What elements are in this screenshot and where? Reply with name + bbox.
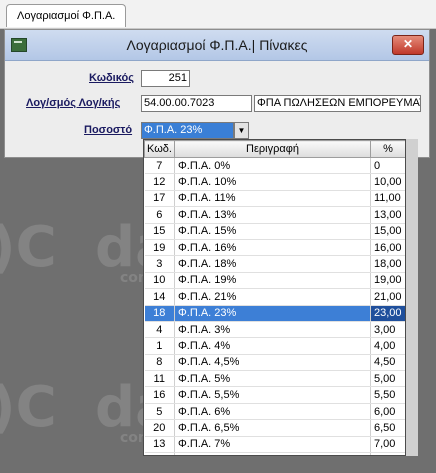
dropdown-row[interactable]: 20 Φ.Π.Α. 6,5% 6,50 xyxy=(144,419,405,437)
row-description: Φ.Π.Α. 15% xyxy=(174,223,371,240)
dropdown-row[interactable]: 17 Φ.Π.Α. 11% 11,00 xyxy=(144,190,405,208)
dropdown-scrollbar[interactable] xyxy=(406,139,418,456)
code-field[interactable]: 251 xyxy=(141,70,190,87)
row-percent: 8,00 xyxy=(370,452,405,455)
dropdown-row[interactable]: 1 Φ.Π.Α. 4% 4,00 xyxy=(144,337,405,355)
row-percent: 19,00 xyxy=(370,272,405,290)
row-description: Φ.Π.Α. 21% xyxy=(174,288,371,306)
row-code: 4 xyxy=(144,321,175,339)
row-percent: 11,00 xyxy=(370,190,405,208)
dropdown-row[interactable]: 3 Φ.Π.Α. 18% 18,00 xyxy=(144,255,405,273)
row-code: 2 xyxy=(144,452,175,455)
percent-label: Ποσοστό xyxy=(84,124,133,136)
row-code: 17 xyxy=(144,190,175,208)
row-description: Φ.Π.Α. 13% xyxy=(174,206,371,224)
percent-combo[interactable]: Φ.Π.Α. 23% xyxy=(141,122,234,139)
row-code: 19 xyxy=(144,239,175,257)
account-label: Λογ/σμός Λογ/κής xyxy=(26,97,121,109)
row-percent: 13,00 xyxy=(370,206,405,224)
row-description: Φ.Π.Α. 7% xyxy=(174,436,371,454)
row-code: 1 xyxy=(144,337,175,355)
row-description: Φ.Π.Α. 5,5% xyxy=(174,386,371,404)
dropdown-row[interactable]: 2Φ.Π.Α. 8%8,00 xyxy=(144,452,405,455)
tab-strip: Λογαριασμοί Φ.Π.Α. xyxy=(0,0,436,29)
dropdown-row[interactable]: 11 Φ.Π.Α. 5% 5,00 xyxy=(144,370,405,388)
row-description: Φ.Π.Α. 23% xyxy=(174,305,371,322)
account-description-field[interactable]: ΦΠΑ ΠΩΛΗΣΕΩΝ ΕΜΠΟΡΕΥΜΑΤΩΝ xyxy=(254,95,421,112)
dropdown-header-row: Κωδ. Περιγραφή % xyxy=(144,140,405,158)
watermark-logo: )C xyxy=(0,215,57,280)
row-code: 10 xyxy=(144,272,175,290)
row-description: Φ.Π.Α. 3% xyxy=(174,321,371,339)
row-code: 13 xyxy=(144,436,175,454)
dropdown-row[interactable]: 19 Φ.Π.Α. 16% 16,00 xyxy=(144,239,405,257)
dropdown-row[interactable]: 12 Φ.Π.Α. 10% 10,00 xyxy=(144,173,405,191)
dropdown-row[interactable]: 10 Φ.Π.Α. 19% 19,00 xyxy=(144,272,405,290)
dropdown-row[interactable]: 8 Φ.Π.Α. 4,5% 4,50 xyxy=(144,354,405,372)
row-description: Φ.Π.Α. 6% xyxy=(174,403,371,421)
dropdown-row[interactable]: 14 Φ.Π.Α. 21% 21,00 xyxy=(144,288,405,306)
header-code[interactable]: Κωδ. xyxy=(144,140,175,158)
row-percent: 23,00 xyxy=(370,305,405,322)
window-titlebar[interactable]: Λογαριασμοί Φ.Π.Α.| Πίνακες ✕ xyxy=(5,30,429,61)
row-percent: 4,50 xyxy=(370,354,405,372)
account-field[interactable]: 54.00.00.7023 xyxy=(141,95,252,112)
row-description: Φ.Π.Α. 6,5% xyxy=(174,419,371,437)
row-description: Φ.Π.Α. 0% xyxy=(174,157,371,175)
tab-vat-accounts[interactable]: Λογαριασμοί Φ.Π.Α. xyxy=(6,4,127,27)
row-code: 14 xyxy=(144,288,175,306)
dropdown-arrow-button[interactable]: ▼ xyxy=(234,122,249,139)
row-code: 16 xyxy=(144,386,175,404)
dropdown-row[interactable]: 4 Φ.Π.Α. 3% 3,00 xyxy=(144,321,405,339)
header-description[interactable]: Περιγραφή xyxy=(174,140,371,158)
row-description: Φ.Π.Α. 18% xyxy=(174,255,371,273)
row-code: 3 xyxy=(144,255,175,273)
row-percent: 7,00 xyxy=(370,436,405,454)
row-percent: 5,00 xyxy=(370,370,405,388)
code-label: Κωδικός xyxy=(89,72,134,84)
close-button[interactable]: ✕ xyxy=(392,35,424,55)
dropdown-row[interactable]: 6 Φ.Π.Α. 13% 13,00 xyxy=(144,206,405,224)
row-description: Φ.Π.Α. 16% xyxy=(174,239,371,257)
row-percent: 15,00 xyxy=(370,223,405,240)
row-code: 15 xyxy=(144,223,175,240)
row-percent: 10,00 xyxy=(370,173,405,191)
row-percent: 6,00 xyxy=(370,403,405,421)
row-code: 11 xyxy=(144,370,175,388)
row-description: Φ.Π.Α. 4% xyxy=(174,337,371,355)
row-description: Φ.Π.Α. 8% xyxy=(174,452,371,455)
row-code: 5 xyxy=(144,403,175,421)
row-percent: 18,00 xyxy=(370,255,405,273)
row-code: 20 xyxy=(144,419,175,437)
row-code: 7 xyxy=(144,157,175,175)
header-percent[interactable]: % xyxy=(370,140,405,158)
watermark-logo: )C xyxy=(0,375,57,440)
row-code: 8 xyxy=(144,354,175,372)
dropdown-row[interactable]: 5 Φ.Π.Α. 6% 6,00 xyxy=(144,403,405,421)
dropdown-row[interactable]: 16 Φ.Π.Α. 5,5% 5,50 xyxy=(144,386,405,404)
row-code: 6 xyxy=(144,206,175,224)
chevron-down-icon: ▼ xyxy=(237,126,246,135)
percent-dropdown-list[interactable]: Κωδ. Περιγραφή % 7 Φ.Π.Α. 0% 0 12 Φ.Π.Α. 10%… xyxy=(143,139,406,456)
row-description: Φ.Π.Α. 10% xyxy=(174,173,371,191)
row-percent: 16,00 xyxy=(370,239,405,257)
row-description: Φ.Π.Α. 11% xyxy=(174,190,371,208)
row-code: 18 xyxy=(144,305,175,322)
row-description: Φ.Π.Α. 5% xyxy=(174,370,371,388)
dropdown-row[interactable]: 13 Φ.Π.Α. 7% 7,00 xyxy=(144,436,405,454)
row-percent: 0 xyxy=(370,157,405,175)
row-percent: 6,50 xyxy=(370,419,405,437)
dropdown-row[interactable]: 7 Φ.Π.Α. 0% 0 xyxy=(144,157,405,175)
row-code: 12 xyxy=(144,173,175,191)
row-description: Φ.Π.Α. 19% xyxy=(174,272,371,290)
row-percent: 3,00 xyxy=(370,321,405,339)
row-percent: 4,00 xyxy=(370,337,405,355)
row-description: Φ.Π.Α. 4,5% xyxy=(174,354,371,372)
dropdown-row[interactable]: 18 Φ.Π.Α. 23% 23,00 xyxy=(144,305,405,322)
dropdown-row[interactable]: 15 Φ.Π.Α. 15% 15,00 xyxy=(144,223,405,240)
window-title: Λογαριασμοί Φ.Π.Α.| Πίνακες xyxy=(126,37,308,53)
row-percent: 21,00 xyxy=(370,288,405,306)
row-percent: 5,50 xyxy=(370,386,405,404)
